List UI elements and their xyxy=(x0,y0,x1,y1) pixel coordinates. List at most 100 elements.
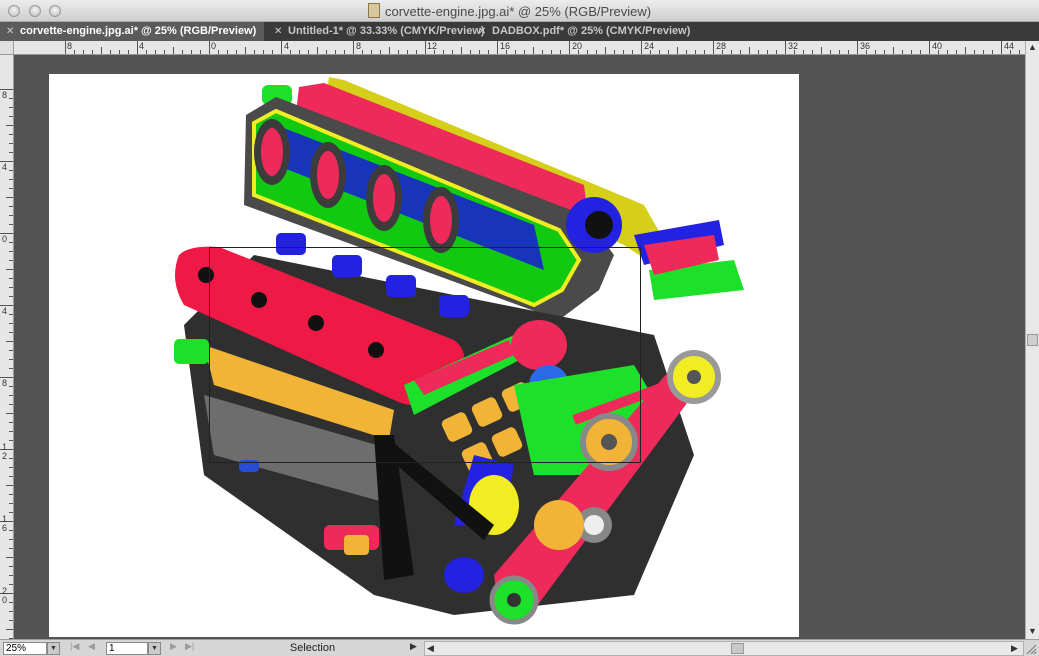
ruler-tick xyxy=(218,50,219,54)
minimize-window-button[interactable] xyxy=(29,5,41,17)
close-icon[interactable]: ✕ xyxy=(6,22,14,41)
ruler-tick xyxy=(9,323,13,324)
ruler-tick xyxy=(965,47,966,54)
ruler-tick xyxy=(254,50,255,54)
ruler-tick xyxy=(191,50,192,54)
ruler-tick xyxy=(695,50,696,54)
status-tool-display[interactable]: Selection xyxy=(205,641,420,656)
next-page-icon[interactable]: ▶ xyxy=(170,641,177,652)
tab-corvette-engine[interactable]: ✕ corvette-engine.jpg.ai* @ 25% (RGB/Pre… xyxy=(0,22,264,41)
vertical-scroll-thumb[interactable] xyxy=(1027,334,1038,346)
tab-label: DADBOX.pdf* @ 25% (CMYK/Preview) xyxy=(492,25,691,37)
ruler-label: 8 xyxy=(67,41,73,51)
page-number-field[interactable]: 1 xyxy=(106,642,148,655)
ruler-tick xyxy=(911,50,912,54)
ruler-tick xyxy=(992,50,993,54)
horizontal-ruler[interactable]: 8 4 0 4 8 12 16 20 24 28 32 36 40 44 xyxy=(14,41,1025,55)
ruler-label: 8 xyxy=(2,90,8,100)
ruler-tick xyxy=(587,50,588,54)
ruler-tick xyxy=(65,41,66,54)
ruler-tick xyxy=(389,47,390,54)
ruler-label: 32 xyxy=(788,41,799,51)
ruler-tick xyxy=(6,485,13,486)
ruler-tick xyxy=(119,50,120,54)
last-page-icon[interactable]: ▶| xyxy=(185,641,194,652)
engine-artwork[interactable] xyxy=(14,55,1025,639)
ruler-tick xyxy=(9,287,13,288)
ruler-tick xyxy=(9,224,13,225)
ruler-tick xyxy=(551,50,552,54)
ruler-tick xyxy=(308,50,309,54)
ruler-tick xyxy=(9,566,13,567)
ruler-tick xyxy=(9,503,13,504)
ruler-tick xyxy=(236,50,237,54)
close-window-button[interactable] xyxy=(8,5,20,17)
close-icon[interactable]: ✕ xyxy=(478,22,486,41)
ruler-tick xyxy=(740,50,741,54)
scroll-up-icon[interactable]: ▲ xyxy=(1028,42,1037,52)
zoom-level-field[interactable]: 25% xyxy=(3,642,47,655)
ruler-tick xyxy=(533,47,534,54)
close-icon[interactable]: ✕ xyxy=(274,22,282,41)
chevron-down-icon[interactable]: ▼ xyxy=(47,642,60,655)
ruler-tick xyxy=(659,50,660,54)
ruler-tick xyxy=(9,611,13,612)
ruler-tick xyxy=(902,50,903,54)
ruler-tick xyxy=(155,50,156,54)
status-menu-icon[interactable]: ▶ xyxy=(410,641,417,652)
ruler-tick xyxy=(164,50,165,54)
ruler-tick xyxy=(83,50,84,54)
horizontal-scroll-thumb[interactable] xyxy=(731,643,744,654)
ruler-tick xyxy=(479,50,480,54)
ruler-tick xyxy=(9,467,13,468)
ruler-tick xyxy=(9,332,13,333)
tab-untitled-1[interactable]: ✕ Untitled-1* @ 33.33% (CMYK/Preview) xyxy=(268,22,490,41)
ruler-tick xyxy=(857,41,858,54)
ruler-label: 8 xyxy=(2,378,8,388)
ruler-tick xyxy=(290,50,291,54)
ruler-tick xyxy=(9,188,13,189)
scroll-down-icon[interactable]: ▼ xyxy=(1028,626,1037,636)
ruler-tick xyxy=(9,395,13,396)
ruler-tick xyxy=(6,125,13,126)
ruler-tick xyxy=(9,278,13,279)
ruler-tick xyxy=(677,47,678,54)
ruler-tick xyxy=(9,206,13,207)
ruler-tick xyxy=(470,50,471,54)
ruler-origin[interactable] xyxy=(0,41,14,55)
ruler-tick xyxy=(605,47,606,54)
ruler-tick xyxy=(983,50,984,54)
ruler-label: 44 xyxy=(1004,41,1015,51)
ruler-tick xyxy=(758,50,759,54)
ruler-tick xyxy=(830,50,831,54)
resize-grip-icon[interactable] xyxy=(1024,642,1037,655)
ruler-tick xyxy=(9,152,13,153)
ruler-tick xyxy=(6,557,13,558)
ruler-tick xyxy=(929,41,930,54)
zoom-window-button[interactable] xyxy=(49,5,61,17)
chevron-down-icon[interactable]: ▼ xyxy=(148,642,161,655)
scroll-right-icon[interactable]: ▶ xyxy=(1011,643,1018,654)
ruler-tick xyxy=(299,50,300,54)
first-page-icon[interactable]: |◀ xyxy=(70,641,79,652)
ruler-tick xyxy=(182,50,183,54)
ruler-tick xyxy=(263,50,264,54)
ruler-tick xyxy=(461,47,462,54)
vertical-ruler[interactable]: 8 4 0 4 8 12 16 20 xyxy=(0,55,14,639)
ruler-tick xyxy=(173,47,174,54)
prev-page-icon[interactable]: ◀ xyxy=(88,641,95,652)
ruler-tick xyxy=(686,50,687,54)
scroll-left-icon[interactable]: ◀ xyxy=(427,643,434,654)
ruler-tick xyxy=(839,50,840,54)
horizontal-scrollbar[interactable]: ◀ ▶ xyxy=(424,641,1024,656)
ruler-tick xyxy=(569,41,570,54)
ruler-tick xyxy=(749,47,750,54)
ruler-tick xyxy=(9,494,13,495)
vertical-scrollbar[interactable]: ▲ ▼ xyxy=(1025,41,1039,639)
ruler-tick xyxy=(920,50,921,54)
ruler-label: 4 xyxy=(2,162,8,172)
ruler-tick xyxy=(101,47,102,54)
document-canvas[interactable] xyxy=(14,55,1025,639)
ruler-tick xyxy=(326,50,327,54)
tab-dadbox[interactable]: ✕ DADBOX.pdf* @ 25% (CMYK/Preview) xyxy=(472,22,722,41)
